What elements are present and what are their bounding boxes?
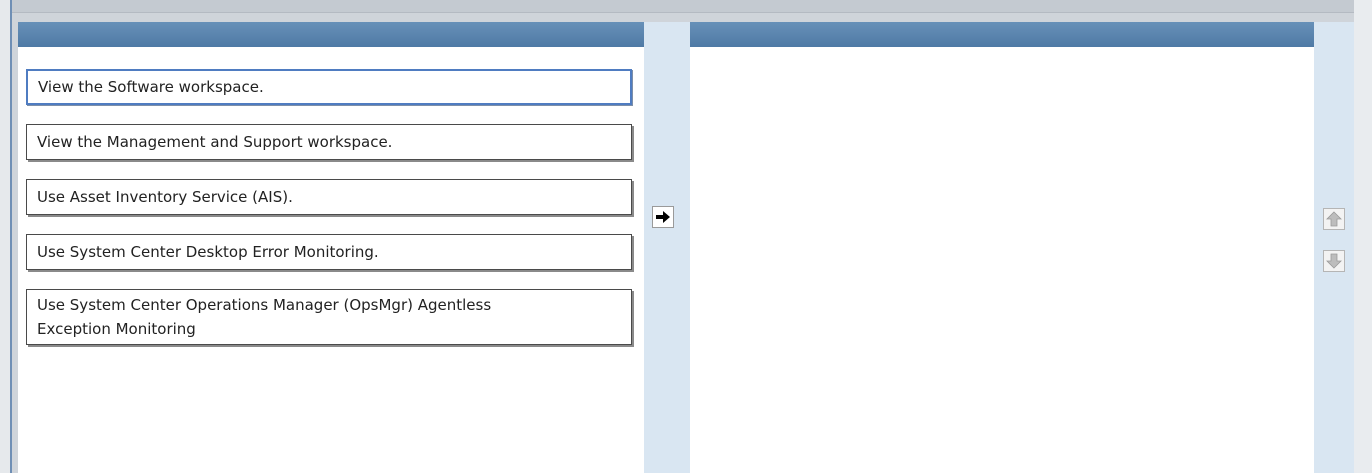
answer-list-panel[interactable] (690, 47, 1314, 473)
list-item-software-workspace[interactable]: View the Software workspace. (26, 69, 632, 105)
move-down-button[interactable] (1323, 250, 1345, 272)
arrow-right-icon (656, 211, 670, 223)
list-item-management-support[interactable]: View the Management and Support workspac… (26, 124, 632, 160)
list-item-label: Use System Center Operations Manager (Op… (37, 296, 492, 338)
move-up-button[interactable] (1323, 208, 1345, 230)
list-item-opsmgr-agentless[interactable]: Use System Center Operations Manager (Op… (26, 289, 632, 345)
move-right-button[interactable] (652, 206, 674, 228)
list-item-ais[interactable]: Use Asset Inventory Service (AIS). (26, 179, 632, 215)
list-item-label: View the Software workspace. (38, 78, 264, 96)
list-item-label: View the Management and Support workspac… (37, 133, 393, 151)
left-list-header (18, 22, 644, 47)
list-item-desktop-error-monitoring[interactable]: Use System Center Desktop Error Monitori… (26, 234, 632, 270)
arrow-down-icon (1326, 253, 1342, 269)
list-item-label: Use Asset Inventory Service (AIS). (37, 188, 293, 206)
arrow-up-icon (1326, 211, 1342, 227)
center-gutter (644, 22, 690, 473)
right-list-header (690, 22, 1314, 47)
list-item-label: Use System Center Desktop Error Monitori… (37, 243, 379, 261)
frame-left-border (10, 0, 12, 473)
frame-right-edge (1354, 0, 1372, 473)
frame-left-edge (0, 0, 10, 473)
top-strip (12, 0, 1357, 13)
right-gutter (1314, 22, 1354, 473)
